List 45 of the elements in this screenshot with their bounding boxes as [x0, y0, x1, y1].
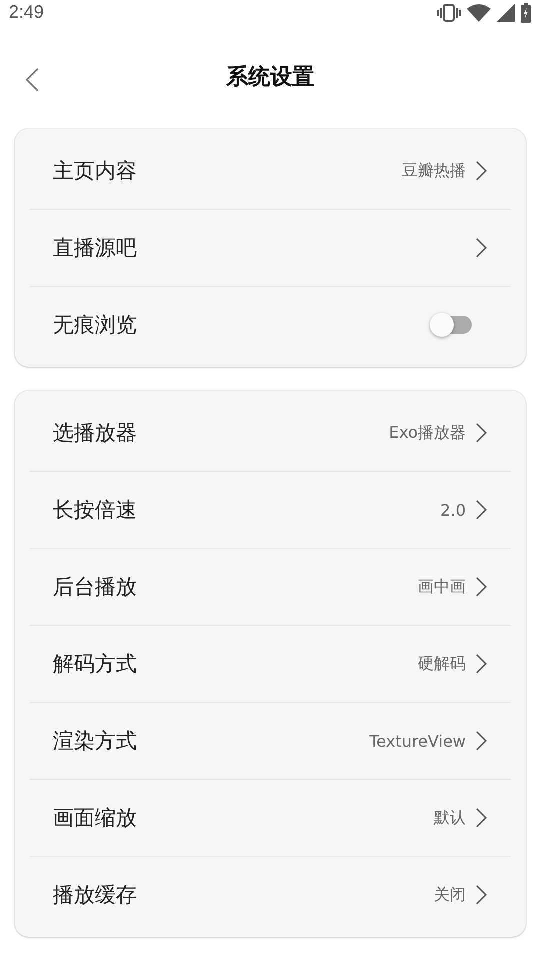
settings-row[interactable]: 播放缓存 关闭	[30, 857, 511, 933]
setting-label: 选播放器	[53, 420, 138, 447]
back-icon[interactable]	[24, 67, 40, 93]
toggle-switch[interactable]	[430, 313, 472, 337]
setting-value: Exo播放器	[389, 422, 466, 444]
settings-row[interactable]: 选播放器 Exo播放器	[30, 395, 511, 472]
chevron-right-icon	[476, 808, 488, 828]
setting-value: TextureView	[369, 732, 466, 750]
settings-row[interactable]: 主页内容 豆瓣热播	[30, 133, 511, 210]
settings-row[interactable]: 渲染方式 TextureView	[30, 703, 511, 780]
setting-value: 画中画	[418, 576, 466, 598]
battery-icon	[521, 2, 531, 22]
setting-label: 直播源吧	[53, 235, 138, 262]
setting-label: 后台播放	[53, 574, 138, 601]
settings-row[interactable]: 直播源吧	[30, 210, 511, 287]
chevron-right-icon	[476, 238, 488, 258]
setting-value: 硬解码	[418, 654, 466, 674]
settings-row[interactable]: 解码方式 硬解码	[30, 626, 511, 703]
chevron-right-icon	[476, 423, 488, 443]
status-time: 2:49	[9, 2, 44, 23]
chevron-right-icon	[476, 500, 488, 520]
setting-label: 画面缩放	[53, 805, 138, 832]
setting-label: 播放缓存	[53, 882, 138, 909]
setting-value: 豆瓣热播	[402, 160, 466, 182]
setting-value: 关闭	[434, 884, 466, 906]
setting-label: 渲染方式	[53, 728, 138, 755]
wifi-icon	[467, 4, 491, 22]
setting-value: 2.0	[440, 500, 466, 520]
signal-icon	[497, 4, 515, 22]
chevron-right-icon	[476, 161, 488, 181]
chevron-right-icon	[476, 885, 488, 905]
setting-label: 解码方式	[53, 651, 138, 678]
settings-row[interactable]: 后台播放 画中画	[30, 549, 511, 626]
settings-row[interactable]: 长按倍速 2.0	[30, 472, 511, 549]
chevron-right-icon	[476, 654, 488, 674]
setting-label: 主页内容	[53, 158, 138, 185]
setting-value: 默认	[434, 808, 466, 828]
chevron-right-icon	[476, 731, 488, 751]
settings-row[interactable]: 画面缩放 默认	[30, 780, 511, 857]
settings-row[interactable]: 无痕浏览	[30, 287, 511, 363]
chevron-right-icon	[476, 577, 488, 597]
page-title: 系统设置	[226, 64, 314, 92]
setting-label: 无痕浏览	[53, 312, 138, 339]
setting-label: 长按倍速	[53, 497, 138, 524]
vibrate-icon	[437, 4, 461, 22]
